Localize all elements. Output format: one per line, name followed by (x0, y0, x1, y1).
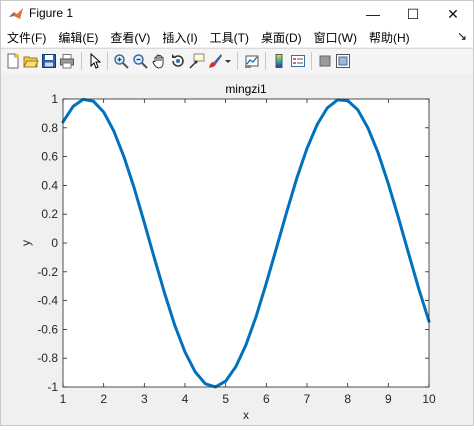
y-tick-label: 1 (51, 92, 58, 106)
x-tick-label: 6 (263, 392, 270, 406)
colorbar-icon[interactable] (271, 53, 287, 69)
hide-plot-tools-icon[interactable] (317, 53, 333, 69)
minimize-button[interactable]: — (353, 1, 393, 27)
data-cursor-icon[interactable] (189, 53, 205, 69)
new-figure-icon[interactable] (5, 53, 21, 69)
chart-title: mingzi1 (225, 82, 267, 96)
menu-window[interactable]: 窗口(W) (308, 29, 363, 46)
menu-insert[interactable]: 插入(I) (156, 29, 203, 46)
x-tick-label: 8 (344, 392, 351, 406)
menu-bar: 文件(F) 编辑(E) 查看(V) 插入(I) 工具(T) 桌面(D) 窗口(W… (1, 27, 473, 47)
menu-file[interactable]: 文件(F) (1, 29, 52, 46)
pointer-icon[interactable] (87, 53, 103, 69)
x-tick-label: 3 (141, 392, 148, 406)
menu-help[interactable]: 帮助(H) (363, 29, 416, 46)
menu-edit[interactable]: 编辑(E) (52, 29, 104, 46)
plot-canvas: mingzi1 -1 -0.8 -0.6 -0.4 -0.2 0 0.2 0.4 0.6 0.8 1… (19, 82, 436, 422)
brush-dropdown-icon[interactable] (224, 53, 232, 69)
toolbar-separator (237, 52, 238, 70)
brush-icon[interactable] (207, 53, 223, 69)
y-tick-label: -0.2 (37, 265, 58, 279)
figure-toolbar (1, 48, 473, 74)
show-plot-tools-icon[interactable] (335, 53, 351, 69)
x-tick-label: 9 (385, 392, 392, 406)
close-button[interactable]: ✕ (433, 1, 473, 27)
figure-canvas: mingzi1 -1 -0.8 -0.6 -0.4 -0.2 0 0.2 0.4 0.6 0.8 1… (1, 73, 473, 425)
toolbar-separator (107, 52, 108, 70)
toolbar-separator (311, 52, 312, 70)
y-tick-label: 0.8 (41, 121, 58, 135)
y-tick-label: 0 (51, 236, 58, 250)
legend-icon[interactable] (290, 53, 306, 69)
y-tick-label: -1 (47, 380, 58, 394)
print-icon[interactable] (59, 53, 75, 69)
x-tick-label: 2 (100, 392, 107, 406)
x-axis-label: x (243, 408, 249, 422)
y-axis-label: y (19, 240, 33, 246)
save-icon[interactable] (41, 53, 57, 69)
y-tick-label: 0.6 (41, 150, 58, 164)
rotate-icon[interactable] (170, 53, 186, 69)
pan-icon[interactable] (151, 53, 167, 69)
toolbar-separator (81, 52, 82, 70)
y-tick-label: 0.2 (41, 207, 58, 221)
y-tick-label: -0.6 (37, 322, 58, 336)
toolbar-separator (265, 52, 266, 70)
menu-tools[interactable]: 工具(T) (204, 29, 255, 46)
x-tick-label: 5 (222, 392, 229, 406)
x-tick-label: 4 (182, 392, 189, 406)
menu-desktop[interactable]: 桌面(D) (255, 29, 308, 46)
window-title: Figure 1 (29, 6, 74, 20)
x-tick-label: 10 (422, 392, 436, 406)
maximize-button[interactable]: ☐ (393, 1, 433, 27)
y-tick-label: -0.8 (37, 351, 58, 365)
y-tick-label: -0.4 (37, 294, 58, 308)
dock-figure-icon[interactable]: ↘ (457, 29, 467, 43)
x-tick-label: 7 (304, 392, 311, 406)
matlab-app-icon (9, 8, 23, 19)
y-tick-label: 0.4 (41, 178, 58, 192)
x-tick-label: 1 (60, 392, 67, 406)
open-file-icon[interactable] (23, 53, 39, 69)
zoom-in-icon[interactable] (113, 53, 129, 69)
title-bar[interactable]: Figure 1 — ☐ ✕ (1, 1, 473, 27)
link-plot-icon[interactable] (244, 53, 260, 69)
figure-window: Figure 1 — ☐ ✕ 文件(F) 编辑(E) 查看(V) 插入(I) 工… (0, 0, 474, 426)
zoom-out-icon[interactable] (132, 53, 148, 69)
menu-view[interactable]: 查看(V) (104, 29, 156, 46)
